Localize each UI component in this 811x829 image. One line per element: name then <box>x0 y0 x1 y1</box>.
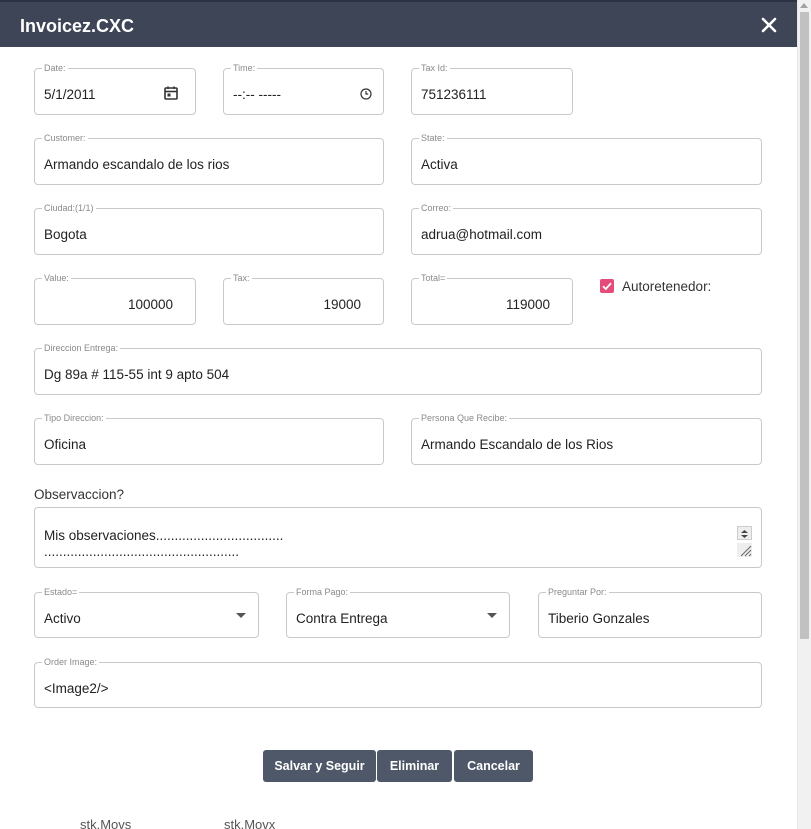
forma-pago-value: Contra Entrega <box>296 611 388 626</box>
observaccion-label: Observaccion? <box>34 487 125 502</box>
date-field[interactable]: Date: 5/1/2011 <box>34 63 196 115</box>
autoretenedor-checkbox[interactable] <box>600 279 614 293</box>
check-icon <box>602 282 612 291</box>
tax-value: 19000 <box>323 297 361 312</box>
tax-id-value: 751236111 <box>421 87 487 102</box>
value-value: 100000 <box>127 297 173 312</box>
autoretenedor-label: Autoretenedor: <box>622 279 712 294</box>
delete-button[interactable]: Eliminar <box>377 750 452 782</box>
close-icon[interactable] <box>760 16 778 34</box>
tax-label: Tax: <box>231 273 252 284</box>
scroll-up-arrow-icon[interactable] <box>800 3 808 8</box>
dialog-header: Invoicez.CXC <box>0 0 797 47</box>
clock-icon[interactable] <box>360 88 372 100</box>
ciudad-field[interactable]: Ciudad:(1/1) Bogota <box>34 203 384 255</box>
tipo-direccion-label: Tipo Direccion: <box>42 413 106 424</box>
tab-stk-movx[interactable]: stk.Movx <box>224 817 275 829</box>
total-value: 119000 <box>505 297 550 312</box>
tab-stk-movs[interactable]: stk.Movs <box>80 817 131 829</box>
observaccion-line-1: Mis observaciones.......................… <box>44 528 284 543</box>
preguntar-por-label: Preguntar Por: <box>546 587 609 598</box>
time-field[interactable]: Time: --:-- ----- <box>223 63 384 115</box>
persona-recibe-value: Armando Escandalo de los Rios <box>421 437 614 452</box>
cancel-button[interactable]: Cancelar <box>454 750 533 782</box>
value-field[interactable]: Value: 100000 <box>34 273 196 325</box>
order-image-field[interactable]: Order Image: <Image2/> <box>34 657 762 708</box>
value-label: Value: <box>42 273 71 284</box>
total-label: Total= <box>419 273 448 284</box>
correo-value: adrua@hotmail.com <box>421 227 543 242</box>
direccion-entrega-field[interactable]: Direccion Entrega: Dg 89a # 115-55 int 9… <box>34 343 762 395</box>
direccion-entrega-label: Direccion Entrega: <box>42 343 121 354</box>
estado-value: Activo <box>44 611 81 626</box>
forma-pago-label: Forma Pago: <box>294 587 351 598</box>
resize-handle-icon[interactable] <box>737 543 752 557</box>
customer-label: Customer: <box>42 133 88 144</box>
chevron-down-icon[interactable] <box>487 613 497 618</box>
tipo-direccion-value: Oficina <box>44 437 87 452</box>
tax-id-label: Tax Id: <box>419 63 450 74</box>
state-label: State: <box>419 133 447 144</box>
date-label: Date: <box>42 63 68 74</box>
persona-recibe-field[interactable]: Persona Que Recibe: Armando Escandalo de… <box>411 413 762 465</box>
ciudad-label: Ciudad:(1/1) <box>42 203 96 214</box>
correo-label: Correo: <box>419 203 454 214</box>
customer-value: Armando escandalo de los rios <box>44 157 230 172</box>
scrollbar-thumb[interactable] <box>800 12 809 639</box>
estado-label: Estado= <box>42 587 80 598</box>
customer-field[interactable]: Customer: Armando escandalo de los rios <box>34 133 384 185</box>
persona-recibe-label: Persona Que Recibe: <box>419 413 510 424</box>
dialog-title: Invoicez.CXC <box>20 16 135 36</box>
spinner-icon[interactable] <box>737 526 752 540</box>
order-image-label: Order Image: <box>42 657 100 668</box>
state-field[interactable]: State: Activa <box>411 133 762 185</box>
observaccion-textarea[interactable]: Mis observaciones.......................… <box>34 507 762 568</box>
state-value: Activa <box>421 157 458 172</box>
preguntar-por-field[interactable]: Preguntar Por: Tiberio Gonzales <box>538 587 762 638</box>
calendar-icon[interactable] <box>163 85 179 101</box>
preguntar-por-value: Tiberio Gonzales <box>548 611 650 626</box>
chevron-down-icon[interactable] <box>236 613 246 618</box>
forma-pago-select[interactable]: Forma Pago: Contra Entrega <box>286 587 510 638</box>
time-label: Time: <box>231 63 258 74</box>
tax-id-field[interactable]: Tax Id: 751236111 <box>411 63 573 115</box>
direccion-entrega-value: Dg 89a # 115-55 int 9 apto 504 <box>44 367 230 382</box>
time-value: --:-- ----- <box>233 87 281 102</box>
save-continue-button[interactable]: Salvar y Seguir <box>263 750 376 782</box>
tipo-direccion-field[interactable]: Tipo Direccion: Oficina <box>34 413 384 465</box>
ciudad-value: Bogota <box>44 227 87 242</box>
date-value: 5/1/2011 <box>44 87 96 102</box>
total-field[interactable]: Total= 119000 <box>411 273 573 325</box>
observaccion-line-2: ........................................… <box>44 544 240 559</box>
order-image-value: <Image2/> <box>44 681 109 696</box>
tax-field[interactable]: Tax: 19000 <box>223 273 384 325</box>
correo-field[interactable]: Correo: adrua@hotmail.com <box>411 203 762 255</box>
estado-select[interactable]: Estado= Activo <box>34 587 259 638</box>
